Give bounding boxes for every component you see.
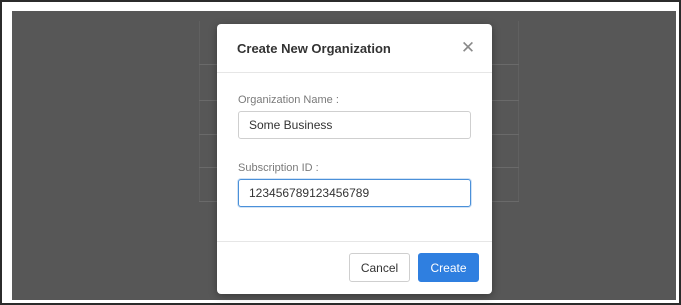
create-organization-dialog: Create New Organization ✕ Organization N… xyxy=(217,24,492,294)
dialog-header: Create New Organization ✕ xyxy=(217,24,492,73)
subscription-id-label: Subscription ID : xyxy=(238,162,319,174)
subscription-id-input[interactable] xyxy=(238,179,471,207)
close-button[interactable]: ✕ xyxy=(456,36,480,60)
organization-name-label: Organization Name : xyxy=(238,94,339,106)
dialog-title: Create New Organization xyxy=(237,41,391,56)
dialog-footer: Cancel Create xyxy=(217,241,492,294)
cancel-button[interactable]: Cancel xyxy=(349,253,410,282)
close-icon: ✕ xyxy=(460,38,476,57)
create-button[interactable]: Create xyxy=(418,253,479,282)
organization-name-input[interactable] xyxy=(238,111,471,139)
